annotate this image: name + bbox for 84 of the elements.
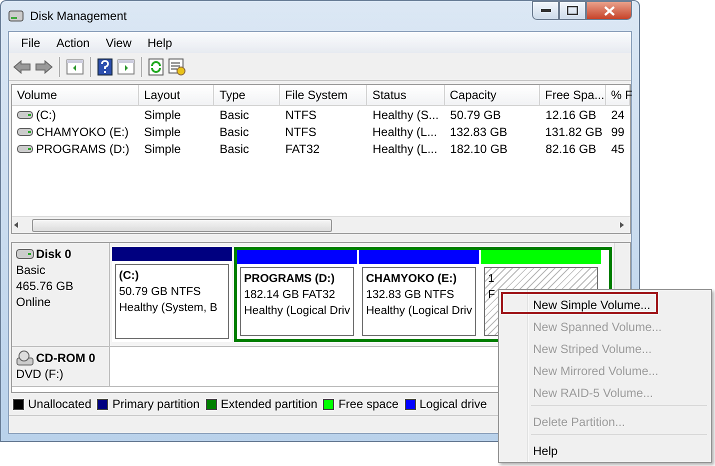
legend-label: Logical drive	[420, 396, 487, 413]
partition-info: 50.79 GB NTFS	[119, 286, 201, 298]
table-cell-text: (C:)	[36, 106, 56, 124]
minimize-button[interactable]	[532, 1, 559, 20]
table-cell-text: 24	[611, 106, 624, 124]
menu-item[interactable]: Action	[48, 34, 98, 52]
legend-label: Free space	[338, 396, 398, 413]
minimize-icon	[540, 8, 550, 12]
menu-item[interactable]: Help	[140, 34, 180, 52]
column-header[interactable]: % F	[606, 85, 630, 106]
back-icon[interactable]	[13, 60, 31, 74]
disk-name: CD-ROM 0	[36, 350, 96, 366]
partition-block[interactable]: CHAMYOKO (E:) 132.83 GB NTFS Healthy (Logical Driv	[362, 267, 476, 336]
properties-icon[interactable]	[168, 58, 186, 76]
partition-info: Healthy (Logical Driv	[244, 305, 350, 317]
action-pane-icon[interactable]	[117, 58, 135, 74]
help-icon[interactable]	[97, 58, 113, 76]
table-cell-text: 99	[611, 124, 624, 140]
column-header[interactable]: Layout	[139, 85, 214, 106]
table-cell-text: Healthy (L...	[372, 124, 438, 140]
table-cell-text: Basic	[220, 106, 249, 124]
scroll-right-icon[interactable]	[618, 221, 626, 229]
table-cell-text: 50.79 GB	[450, 106, 501, 124]
partition-info: Healthy (Logical Driv	[366, 305, 472, 317]
disk-info: Basic	[16, 263, 46, 277]
table-cell-text: CHAMYOKO (E:)	[36, 124, 129, 140]
disk-info: Online	[16, 295, 51, 309]
forward-icon[interactable]	[35, 60, 53, 74]
drive-icon	[17, 144, 33, 152]
table-cell-text: 131.82 GB	[545, 124, 602, 140]
table-cell-text: FAT32	[285, 140, 320, 158]
partition-info: 1	[488, 273, 494, 285]
close-icon	[604, 6, 614, 16]
drive-icon	[17, 128, 33, 136]
partition-info: Healthy (System, B	[119, 302, 218, 314]
partition-info: F	[488, 289, 496, 301]
menu-item[interactable]: Help	[501, 438, 566, 460]
scroll-left-icon[interactable]	[12, 221, 20, 229]
partition-title: (C:)	[119, 270, 139, 282]
table-cell-text: 12.16 GB	[546, 106, 596, 124]
legend-label: Unallocated	[28, 396, 92, 413]
partition-title: CHAMYOKO (E:)	[366, 273, 457, 285]
table-cell-text: 82.16 GB	[546, 140, 596, 158]
partition-block[interactable]: (C:) 50.79 GB NTFS Healthy (System, B	[115, 264, 229, 339]
drive-icon	[17, 110, 33, 118]
legend-label: Extended partition	[220, 396, 318, 413]
table-cell-text: Simple	[144, 140, 181, 158]
column-header[interactable]: Type	[214, 85, 280, 106]
window-title: Disk Management	[30, 8, 127, 25]
table-cell-text: NTFS	[285, 106, 317, 124]
table-cell-text: Basic	[220, 140, 249, 158]
legend-label: Primary partition	[112, 396, 200, 413]
table-cell-text: 45	[611, 140, 624, 158]
table-cell-text: Simple	[144, 124, 181, 140]
column-header[interactable]: Status	[367, 85, 445, 106]
partition-info: 182.14 GB FAT32	[244, 289, 336, 301]
disk-info: 465.76 GB	[16, 279, 74, 293]
maximize-button[interactable]	[559, 1, 586, 20]
column-header[interactable]: Free Spa...	[540, 85, 606, 106]
close-button[interactable]	[586, 1, 632, 20]
table-cell-text: 132.83 GB	[450, 124, 508, 140]
partition-title: PROGRAMS (D:)	[244, 273, 335, 285]
column-header[interactable]: Capacity	[444, 85, 540, 106]
table-cell-text: NTFS	[285, 124, 316, 140]
table-cell-text: PROGRAMS (D:)	[36, 140, 130, 158]
disk-info: DVD (F:)	[16, 367, 64, 381]
table-cell-text: Basic	[219, 124, 249, 140]
partition-block[interactable]: PROGRAMS (D:) 182.14 GB FAT32 Healthy (Logical Driv	[240, 267, 354, 336]
partition-info: 132.83 GB NTFS	[366, 289, 454, 301]
menu-item[interactable]: New Simple Volume...	[501, 292, 658, 314]
console-tree-icon[interactable]	[66, 58, 84, 74]
table-cell-text: Healthy (L...	[372, 140, 438, 158]
table-cell-text: Simple	[144, 106, 181, 124]
menu-item[interactable]: File	[13, 34, 48, 52]
cd-drive-icon	[16, 350, 34, 366]
table-cell-text: Healthy (S...	[372, 106, 439, 124]
disk-name: Disk 0	[36, 246, 72, 262]
table-cell-text: 182.10 GB	[450, 140, 508, 158]
refresh-icon[interactable]	[148, 58, 164, 76]
column-header[interactable]: Volume	[12, 85, 139, 106]
column-header[interactable]: File System	[280, 85, 368, 106]
menu-item[interactable]: View	[98, 34, 140, 52]
maximize-icon	[567, 6, 578, 15]
scrollbar-thumb[interactable]	[32, 218, 332, 232]
